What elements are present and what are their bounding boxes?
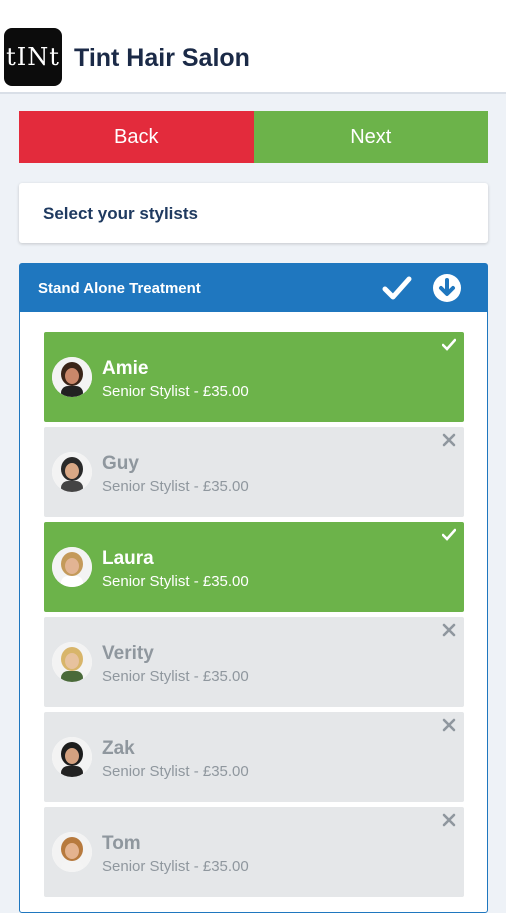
stylist-name: Zak xyxy=(102,738,135,759)
stylist-role-price: Senior Stylist - £35.00 xyxy=(102,573,249,590)
app-title: Tint Hair Salon xyxy=(74,44,250,72)
close-icon xyxy=(442,623,456,637)
avatar xyxy=(52,642,92,682)
stylist-card[interactable]: Zak Senior Stylist - £35.00 xyxy=(44,712,464,802)
stylist-name: Verity xyxy=(102,643,154,664)
stylist-role-price: Senior Stylist - £35.00 xyxy=(102,668,249,685)
stylist-name: Laura xyxy=(102,548,154,569)
back-button[interactable]: Back xyxy=(19,111,254,163)
treatment-panel: Stand Alone Treatment Amie Senior Stylist… xyxy=(19,263,488,913)
prompt-text: Select your stylists xyxy=(43,204,198,223)
stylist-card[interactable]: Verity Senior Stylist - £35.00 xyxy=(44,617,464,707)
arrow-down-circle-icon[interactable] xyxy=(432,273,462,303)
stylist-name: Guy xyxy=(102,453,139,474)
stylist-card[interactable]: Guy Senior Stylist - £35.00 xyxy=(44,427,464,517)
check-icon xyxy=(442,338,456,351)
stylist-card[interactable]: Laura Senior Stylist - £35.00 xyxy=(44,522,464,612)
avatar xyxy=(52,357,92,397)
stylist-role-price: Senior Stylist - £35.00 xyxy=(102,858,249,875)
close-icon xyxy=(442,433,456,447)
avatar xyxy=(52,737,92,777)
panel-title: Stand Alone Treatment xyxy=(38,280,201,297)
tint-logo: tINt xyxy=(4,28,62,86)
stylist-role-price: Senior Stylist - £35.00 xyxy=(102,763,249,780)
panel-header[interactable]: Stand Alone Treatment xyxy=(20,264,487,312)
close-icon xyxy=(442,813,456,827)
check-icon xyxy=(442,528,456,541)
next-button[interactable]: Next xyxy=(253,111,488,163)
stylist-role-price: Senior Stylist - £35.00 xyxy=(102,383,249,400)
stylist-card[interactable]: Tom Senior Stylist - £35.00 xyxy=(44,807,464,897)
avatar xyxy=(52,547,92,587)
avatar xyxy=(52,832,92,872)
close-icon xyxy=(442,718,456,732)
stylist-role-price: Senior Stylist - £35.00 xyxy=(102,478,249,495)
stylist-name: Amie xyxy=(102,358,149,379)
stylist-name: Tom xyxy=(102,833,141,854)
avatar xyxy=(52,452,92,492)
nav-buttons: Back Next xyxy=(19,111,488,163)
check-icon[interactable] xyxy=(382,274,412,302)
app-header: tINt Tint Hair Salon xyxy=(0,0,506,94)
stylist-card[interactable]: Amie Senior Stylist - £35.00 xyxy=(44,332,464,422)
prompt-card: Select your stylists xyxy=(19,183,488,243)
